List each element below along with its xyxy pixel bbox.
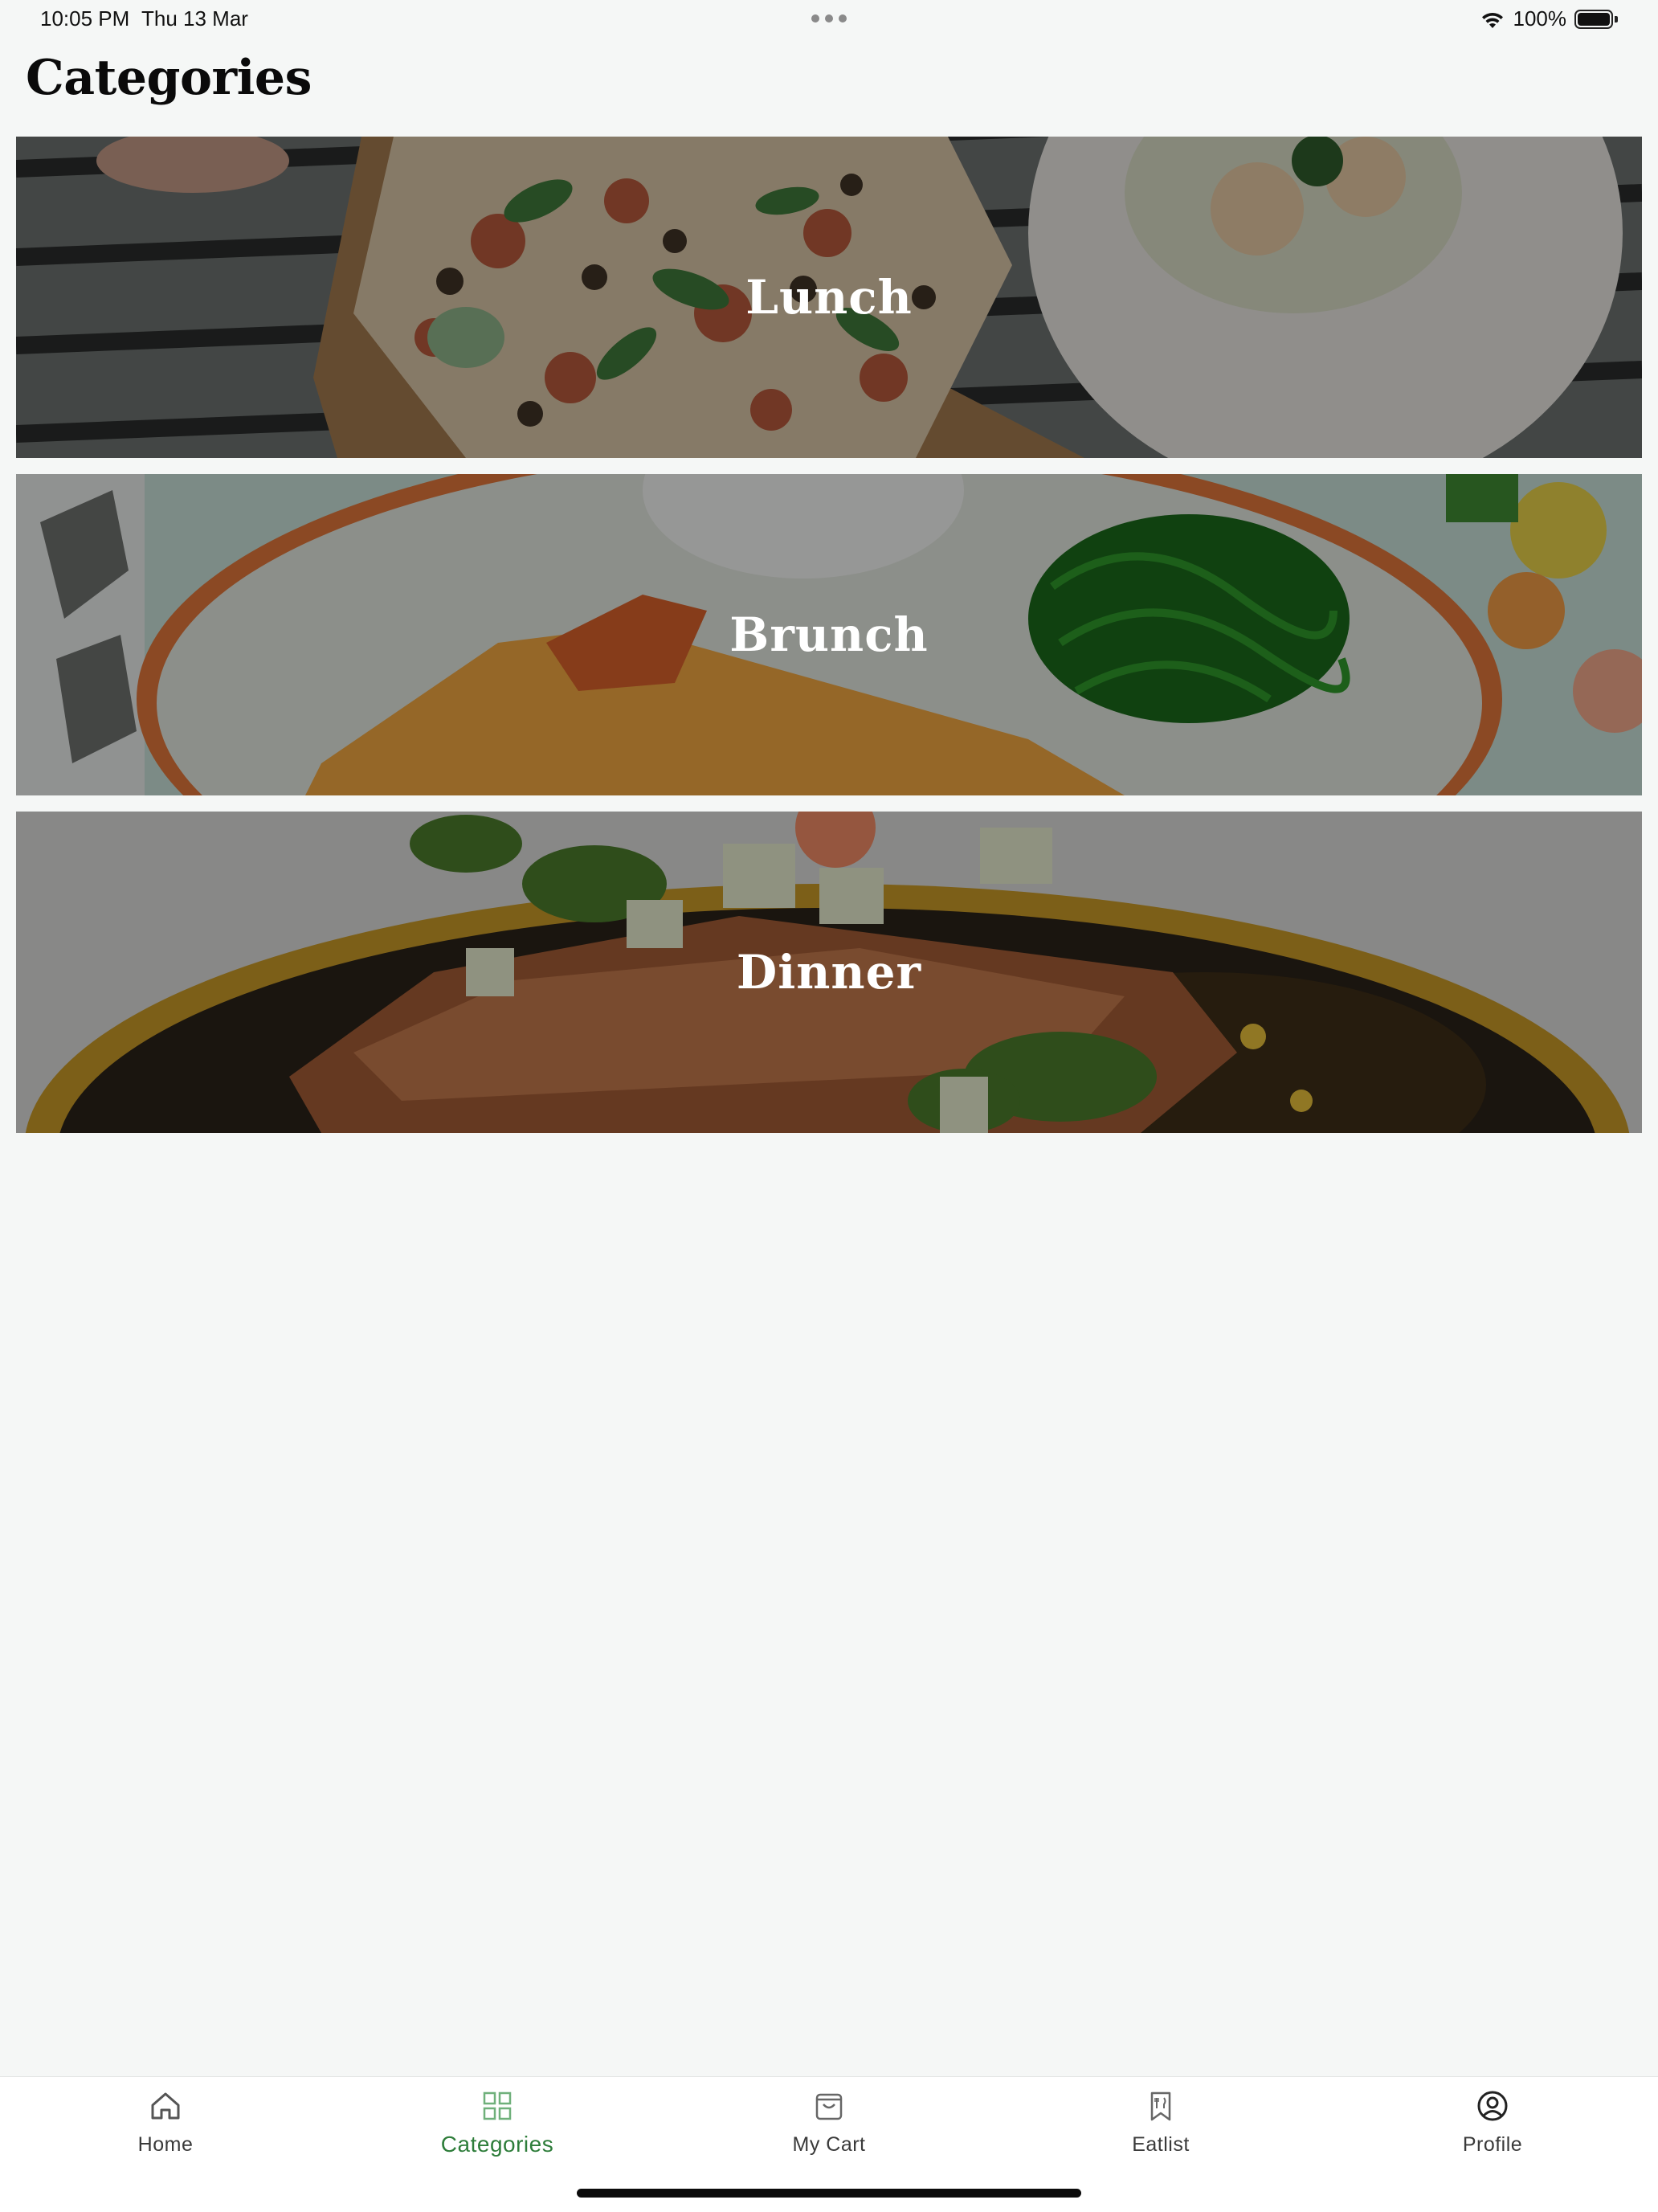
tab-label: Profile <box>1462 2133 1523 2156</box>
category-card-brunch[interactable]: Brunch <box>16 474 1642 795</box>
house-icon <box>151 2092 180 2120</box>
tab-categories[interactable]: Categories <box>409 2088 586 2169</box>
status-time: 10:05 PM <box>40 6 130 31</box>
status-date: Thu 13 Mar <box>141 6 248 31</box>
category-label: Brunch <box>729 607 929 662</box>
status-right-group: 100% <box>1480 6 1618 31</box>
tab-eatlist[interactable]: Eatlist <box>1072 2088 1249 2169</box>
battery-icon <box>1574 9 1618 29</box>
shopping-bag-icon <box>815 2093 843 2120</box>
tab-label: Categories <box>440 2132 554 2157</box>
category-label: Dinner <box>736 945 922 1000</box>
battery-percent: 100% <box>1513 6 1567 31</box>
tab-my-cart[interactable]: My Cart <box>741 2088 917 2169</box>
category-label: Lunch <box>745 270 913 325</box>
tab-profile[interactable]: Profile <box>1404 2088 1581 2169</box>
grid-icon <box>483 2091 512 2120</box>
home-indicator[interactable] <box>577 2189 1081 2198</box>
category-card-lunch[interactable]: Lunch <box>16 137 1642 458</box>
wifi-icon <box>1481 12 1503 28</box>
tab-home[interactable]: Home <box>77 2088 254 2169</box>
page-title: Categories <box>26 50 312 106</box>
bookmark-utensils-icon <box>1150 2091 1171 2121</box>
tab-label: My Cart <box>792 2133 866 2156</box>
tab-label: Home <box>137 2133 194 2156</box>
multitasking-dots-icon[interactable] <box>811 14 847 22</box>
category-card-dinner[interactable]: Dinner <box>16 812 1642 1133</box>
user-circle-icon <box>1477 2091 1508 2121</box>
tab-label: Eatlist <box>1132 2133 1190 2156</box>
status-bar: 10:05 PM Thu 13 Mar 100% <box>0 0 1658 39</box>
